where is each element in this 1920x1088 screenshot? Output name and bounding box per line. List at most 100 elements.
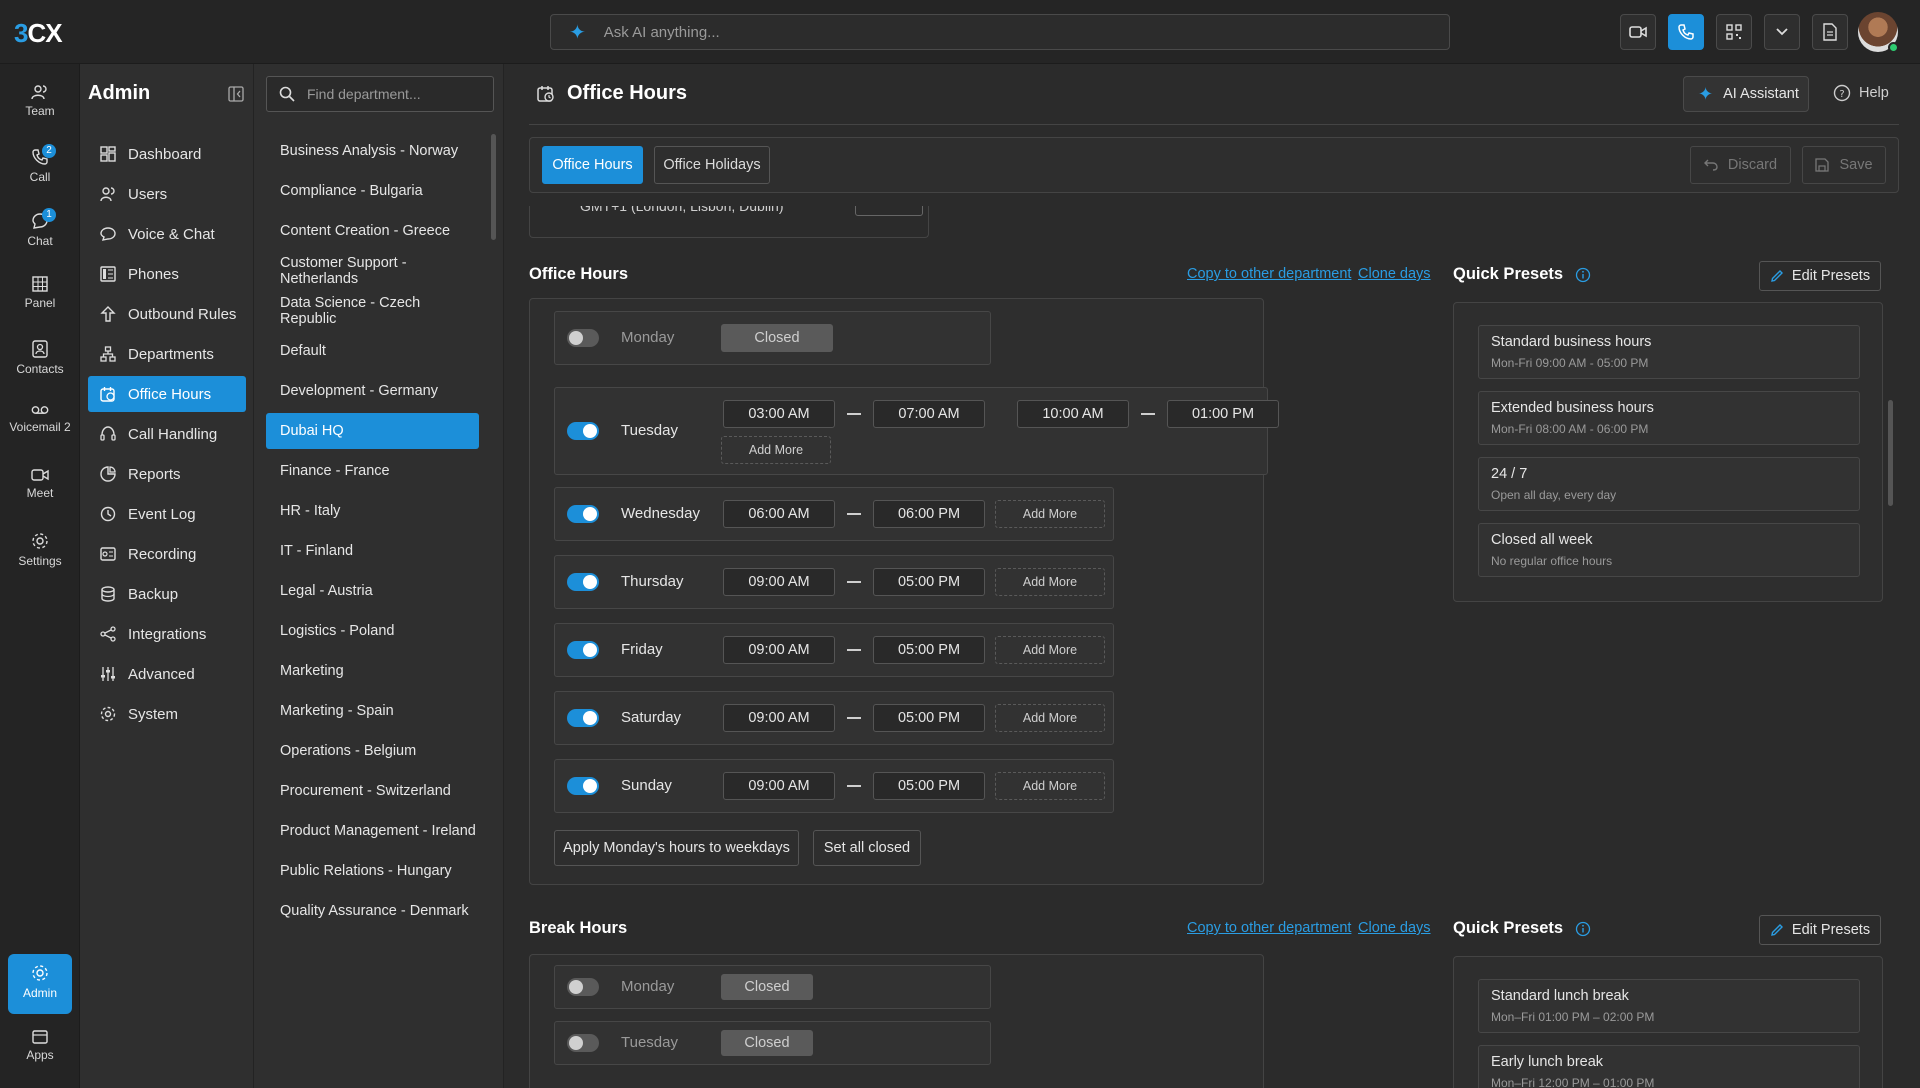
department-item[interactable]: Development - Germany bbox=[266, 373, 479, 409]
end-time-field[interactable]: 01:00 PM bbox=[1167, 400, 1279, 428]
start-time-field[interactable]: 09:00 AM bbox=[723, 772, 835, 800]
phone-button[interactable] bbox=[1668, 14, 1704, 50]
rail-voicemail[interactable]: Voicemail 2 bbox=[0, 404, 80, 434]
admin-nav-voice-chat[interactable]: Voice & Chat bbox=[88, 216, 246, 252]
main-scrollbar[interactable] bbox=[1888, 400, 1893, 506]
tuesday-toggle[interactable] bbox=[567, 422, 599, 440]
preset-card[interactable]: 24 / 7 Open all day, every day bbox=[1478, 457, 1860, 511]
admin-nav-departments[interactable]: Departments bbox=[88, 336, 246, 372]
admin-nav-office-hours[interactable]: Office Hours bbox=[88, 376, 246, 412]
admin-nav-phones[interactable]: Phones bbox=[88, 256, 246, 292]
save-button[interactable]: Save bbox=[1802, 146, 1886, 184]
end-time-field[interactable]: 05:00 PM bbox=[873, 772, 985, 800]
preset-card[interactable]: Extended business hours Mon-Fri 08:00 AM … bbox=[1478, 391, 1860, 445]
department-item[interactable]: Procurement - Switzerland bbox=[266, 773, 479, 809]
clone-days-link[interactable]: Clone days bbox=[1358, 266, 1431, 282]
department-item[interactable]: Business Analysis - Norway bbox=[266, 133, 479, 169]
rail-settings[interactable]: Settings bbox=[0, 532, 80, 568]
start-time-field[interactable]: 10:00 AM bbox=[1017, 400, 1129, 428]
admin-nav-advanced[interactable]: Advanced bbox=[88, 656, 246, 692]
rail-meet[interactable]: Meet bbox=[0, 468, 80, 500]
department-item[interactable]: Marketing bbox=[266, 653, 479, 689]
department-item[interactable]: Dubai HQ bbox=[266, 413, 479, 449]
department-list-scrollbar[interactable] bbox=[491, 134, 496, 240]
rail-admin[interactable]: Admin bbox=[8, 954, 72, 1014]
department-item[interactable]: Content Creation - Greece bbox=[266, 213, 479, 249]
department-item[interactable]: Public Relations - Hungary bbox=[266, 853, 479, 889]
start-time-field[interactable]: 06:00 AM bbox=[723, 500, 835, 528]
start-time-field[interactable]: 09:00 AM bbox=[723, 704, 835, 732]
video-call-button[interactable] bbox=[1620, 14, 1656, 50]
department-item[interactable]: Compliance - Bulgaria bbox=[266, 173, 479, 209]
apply-monday-hours-button[interactable]: Apply Monday's hours to weekdays bbox=[554, 830, 799, 866]
preset-card[interactable]: Standard business hours Mon-Fri 09:00 AM … bbox=[1478, 325, 1860, 379]
admin-nav-users[interactable]: Users bbox=[88, 176, 246, 212]
document-button[interactable] bbox=[1812, 14, 1848, 50]
set-all-closed-button[interactable]: Set all closed bbox=[813, 830, 921, 866]
add-more-button[interactable]: Add More bbox=[995, 704, 1105, 732]
copy-to-department-link[interactable]: Copy to other department bbox=[1187, 266, 1351, 282]
collapse-sidebar-icon[interactable] bbox=[228, 86, 244, 102]
break-monday-toggle[interactable] bbox=[567, 978, 599, 996]
rail-contacts[interactable]: Contacts bbox=[0, 340, 80, 376]
change-timezone-button[interactable] bbox=[855, 206, 923, 216]
end-time-field[interactable]: 05:00 PM bbox=[873, 568, 985, 596]
add-more-button[interactable]: Add More bbox=[995, 772, 1105, 800]
start-time-field[interactable]: 03:00 AM bbox=[723, 400, 835, 428]
qr-code-button[interactable] bbox=[1716, 14, 1752, 50]
thursday-toggle[interactable] bbox=[567, 573, 599, 591]
tab-office-hours[interactable]: Office Hours bbox=[542, 146, 643, 184]
admin-nav-outbound-rules[interactable]: Outbound Rules bbox=[88, 296, 246, 332]
break-copy-to-department-link[interactable]: Copy to other department bbox=[1187, 920, 1351, 936]
edit-presets-button[interactable]: Edit Presets bbox=[1759, 261, 1881, 291]
saturday-toggle[interactable] bbox=[567, 709, 599, 727]
admin-nav-integrations[interactable]: Integrations bbox=[88, 616, 246, 652]
break-clone-days-link[interactable]: Clone days bbox=[1358, 920, 1431, 936]
department-item[interactable]: Data Science - Czech Republic bbox=[266, 293, 479, 329]
dropdown-button[interactable] bbox=[1764, 14, 1800, 50]
department-item[interactable]: Default bbox=[266, 333, 479, 369]
info-icon[interactable] bbox=[1575, 921, 1591, 937]
start-time-field[interactable]: 09:00 AM bbox=[723, 636, 835, 664]
wednesday-toggle[interactable] bbox=[567, 505, 599, 523]
rail-team[interactable]: Team bbox=[0, 84, 80, 118]
help-button[interactable]: ? Help bbox=[1833, 84, 1889, 102]
preset-card[interactable]: Early lunch break Mon–Fri 12:00 PM – 01:0… bbox=[1478, 1045, 1860, 1088]
department-item[interactable]: Finance - France bbox=[266, 453, 479, 489]
ai-assistant-button[interactable]: ✦ AI Assistant bbox=[1683, 76, 1809, 112]
break-edit-presets-button[interactable]: Edit Presets bbox=[1759, 915, 1881, 945]
rail-apps[interactable]: Apps bbox=[0, 1030, 80, 1062]
add-more-button[interactable]: Add More bbox=[721, 436, 831, 464]
rail-chat[interactable]: 1 Chat bbox=[0, 208, 80, 248]
add-more-button[interactable]: Add More bbox=[995, 636, 1105, 664]
monday-toggle[interactable] bbox=[567, 329, 599, 347]
ai-search-input[interactable]: ✦ Ask AI anything... bbox=[550, 14, 1450, 50]
tab-office-holidays[interactable]: Office Holidays bbox=[654, 146, 770, 184]
add-more-button[interactable]: Add More bbox=[995, 568, 1105, 596]
preset-card[interactable]: Closed all week No regular office hours bbox=[1478, 523, 1860, 577]
admin-nav-recording[interactable]: Recording bbox=[88, 536, 246, 572]
admin-nav-event-log[interactable]: Event Log bbox=[88, 496, 246, 532]
preset-card[interactable]: Standard lunch break Mon–Fri 01:00 PM – 0… bbox=[1478, 979, 1860, 1033]
end-time-field[interactable]: 07:00 AM bbox=[873, 400, 985, 428]
break-tuesday-toggle[interactable] bbox=[567, 1034, 599, 1052]
admin-nav-reports[interactable]: Reports bbox=[88, 456, 246, 492]
start-time-field[interactable]: 09:00 AM bbox=[723, 568, 835, 596]
department-item[interactable]: Logistics - Poland bbox=[266, 613, 479, 649]
department-search-input[interactable]: Find department... bbox=[266, 76, 494, 112]
info-icon[interactable] bbox=[1575, 267, 1591, 283]
sunday-toggle[interactable] bbox=[567, 777, 599, 795]
user-avatar[interactable] bbox=[1858, 12, 1899, 53]
department-item[interactable]: Operations - Belgium bbox=[266, 733, 479, 769]
add-more-button[interactable]: Add More bbox=[995, 500, 1105, 528]
end-time-field[interactable]: 05:00 PM bbox=[873, 704, 985, 732]
department-item[interactable]: Legal - Austria bbox=[266, 573, 479, 609]
end-time-field[interactable]: 05:00 PM bbox=[873, 636, 985, 664]
department-item[interactable]: Marketing - Spain bbox=[266, 693, 479, 729]
admin-nav-call-handling[interactable]: Call Handling bbox=[88, 416, 246, 452]
department-item[interactable]: Quality Assurance - Denmark bbox=[266, 893, 479, 929]
admin-nav-system[interactable]: System bbox=[88, 696, 246, 732]
discard-button[interactable]: Discard bbox=[1690, 146, 1791, 184]
admin-nav-dashboard[interactable]: Dashboard bbox=[88, 136, 246, 172]
rail-panel[interactable]: Panel bbox=[0, 276, 80, 310]
